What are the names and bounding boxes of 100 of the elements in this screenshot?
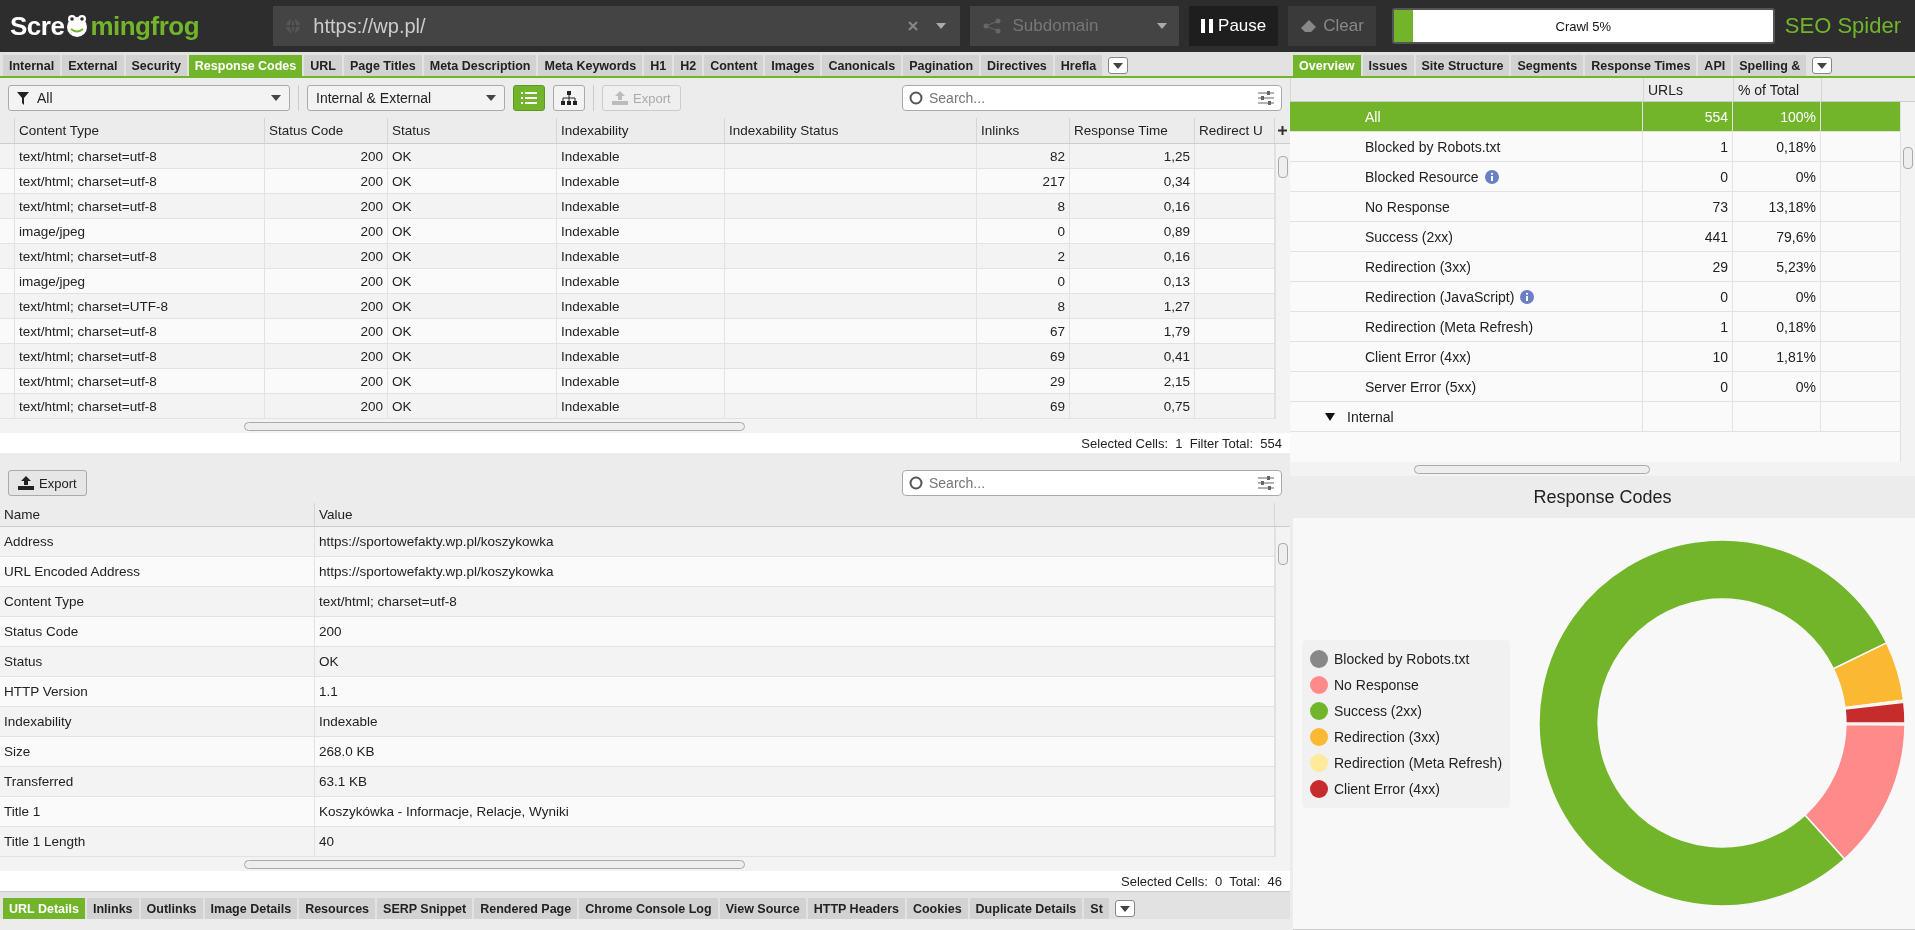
table-cell: OK <box>388 294 557 318</box>
table-cell: Address <box>0 527 315 556</box>
table-cell: Indexable <box>557 344 725 368</box>
table-cell: text/html; charset=utf-8 <box>15 319 265 343</box>
table-cell: 0 <box>977 269 1070 293</box>
table-cell: 0,34 <box>1070 169 1195 193</box>
table-cell: 0,16 <box>1070 244 1195 268</box>
table-cell: OK <box>388 319 557 343</box>
table-cell: 0,16 <box>1070 194 1195 218</box>
logo-text: Scre <box>10 10 65 42</box>
product-name: SEO Spider <box>1784 13 1902 39</box>
table-cell: Indexable <box>557 219 725 243</box>
table-cell: Indexability <box>0 707 315 736</box>
table-cell: image/jpeg <box>15 269 265 293</box>
table-cell: OK <box>388 244 557 268</box>
table-cell: 217 <box>977 169 1070 193</box>
table-cell: URL Encoded Address <box>0 557 315 586</box>
table-cell: text/html; charset=utf-8 <box>15 169 265 193</box>
table-cell: 200 <box>265 269 388 293</box>
table-cell: text/html; charset=utf-8 <box>15 144 265 168</box>
table-cell: 1,27 <box>1070 294 1195 318</box>
table-cell: 0 <box>1643 162 1733 191</box>
table-cell: 0% <box>1733 282 1821 311</box>
table-cell: OK <box>388 219 557 243</box>
table-cell: Indexable <box>557 394 725 418</box>
table-cell: 0,18% <box>1733 312 1821 341</box>
table-cell: 1,81% <box>1733 342 1821 371</box>
table-cell: OK <box>388 344 557 368</box>
table-cell: 69 <box>977 344 1070 368</box>
table-cell: 441 <box>1643 222 1733 251</box>
logo-text: mingfrog <box>90 10 200 42</box>
table-cell: 79,6% <box>1733 222 1821 251</box>
table-cell: Indexable <box>557 144 725 168</box>
table-cell: 0 <box>1643 282 1733 311</box>
table-cell: 67 <box>977 319 1070 343</box>
table-cell: Indexable <box>557 294 725 318</box>
table-cell: 0,13 <box>1070 269 1195 293</box>
table-cell: 1 <box>1643 312 1733 341</box>
table-cell: 13,18% <box>1733 192 1821 221</box>
table-cell: Indexable <box>557 319 725 343</box>
table-cell: 8 <box>977 194 1070 218</box>
table-cell: text/html; charset=utf-8 <box>15 244 265 268</box>
table-cell: OK <box>388 144 557 168</box>
table-cell: OK <box>388 169 557 193</box>
table-cell: 82 <box>977 144 1070 168</box>
legend-label: Redirection (3xx) <box>1334 728 1440 745</box>
table-cell: 0,41 <box>1070 344 1195 368</box>
table-cell: Indexable <box>557 194 725 218</box>
legend-label: Client Error (4xx) <box>1334 780 1440 797</box>
table-cell: 554 <box>1643 102 1733 131</box>
table-cell: Status <box>0 647 315 676</box>
table-cell: 100% <box>1733 102 1821 131</box>
table-cell: HTTP Version <box>0 677 315 706</box>
table-cell: Transferred <box>0 767 315 796</box>
legend-label: No Response <box>1334 676 1419 693</box>
table-cell: Title 1 <box>0 797 315 826</box>
table-cell: OK <box>388 394 557 418</box>
table-cell: 29 <box>1643 252 1733 281</box>
legend-label: Blocked by Robots.txt <box>1334 650 1470 667</box>
table-cell: OK <box>388 269 557 293</box>
table-cell: text/html; charset=utf-8 <box>15 194 265 218</box>
table-cell: text/html; charset=utf-8 <box>15 369 265 393</box>
table-cell: Status Code <box>0 617 315 646</box>
legend-label: Redirection (Meta Refresh) <box>1334 754 1503 771</box>
table-cell: Size <box>0 737 315 766</box>
table-cell: OK <box>388 369 557 393</box>
table-cell: 0% <box>1733 372 1821 401</box>
legend-label: Success (2xx) <box>1334 702 1422 719</box>
table-cell: text/html; charset=UTF-8 <box>15 294 265 318</box>
table-cell: 2 <box>977 244 1070 268</box>
table-cell: 200 <box>265 344 388 368</box>
table-cell: 10 <box>1643 342 1733 371</box>
table-cell: 0,89 <box>1070 219 1195 243</box>
table-cell: 0,18% <box>1733 132 1821 161</box>
table-cell: OK <box>388 194 557 218</box>
table-cell: Indexable <box>557 244 725 268</box>
table-cell: 0 <box>977 219 1070 243</box>
table-cell: 0,75 <box>1070 394 1195 418</box>
table-cell: Content Type <box>0 587 315 616</box>
table-cell: 5,23% <box>1733 252 1821 281</box>
table-cell: 73 <box>1643 192 1733 221</box>
table-cell: 200 <box>265 369 388 393</box>
table-cell: 200 <box>265 294 388 318</box>
table-cell: 2,15 <box>1070 369 1195 393</box>
table-cell: image/jpeg <box>15 219 265 243</box>
table-cell: Title 1 Length <box>0 827 315 856</box>
table-cell: 1,25 <box>1070 144 1195 168</box>
table-cell: 200 <box>265 144 388 168</box>
table-cell: 200 <box>265 194 388 218</box>
status-text: Selected Cells: 0 Total: 46 <box>0 871 1290 891</box>
table-cell: Indexable <box>557 269 725 293</box>
table-cell: 69 <box>977 394 1070 418</box>
table-cell: 0 <box>1643 372 1733 401</box>
table-cell: text/html; charset=utf-8 <box>15 394 265 418</box>
table-cell: 29 <box>977 369 1070 393</box>
table-cell: 200 <box>265 219 388 243</box>
table-cell: text/html; charset=utf-8 <box>15 344 265 368</box>
table-cell: 200 <box>265 244 388 268</box>
table-cell: 1 <box>1643 132 1733 161</box>
progress-label: Crawl 5% <box>1555 18 1612 34</box>
